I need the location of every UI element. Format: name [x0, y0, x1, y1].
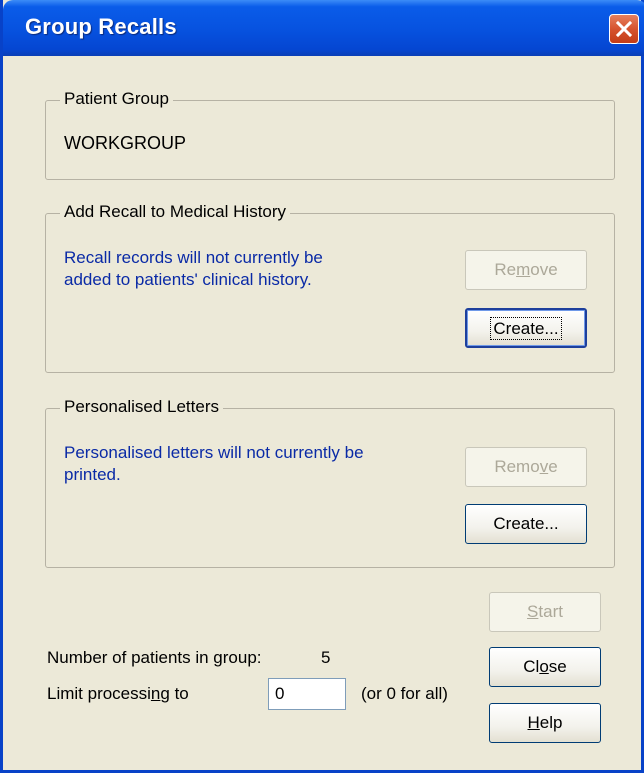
- limit-processing-label: Limit processing to: [47, 684, 189, 704]
- letters-remove-accel: v: [539, 457, 549, 476]
- recall-status-line-1: Recall records will not currently be: [64, 248, 323, 267]
- patient-count-value: 5: [321, 648, 331, 667]
- close-x-icon: [615, 20, 633, 38]
- letters-remove-post: e: [548, 457, 558, 476]
- close-post: se: [548, 657, 567, 676]
- limit-processing-post: g to: [160, 684, 189, 703]
- patient-group-box: Patient Group WORKGROUP: [45, 89, 615, 180]
- start-label-rest: tart: [538, 602, 563, 621]
- letters-create-label: Create...: [493, 514, 559, 533]
- letters-remove-button[interactable]: Remove: [465, 447, 587, 487]
- patient-group-legend: Patient Group: [60, 89, 173, 109]
- recall-section-box: Add Recall to Medical History Recall rec…: [45, 202, 615, 373]
- patient-group-name: WORKGROUP: [64, 133, 187, 153]
- letters-section-legend: Personalised Letters: [60, 397, 223, 417]
- letters-section-box: Personalised Letters Personalised letter…: [45, 397, 615, 568]
- recall-remove-pre: Re: [494, 260, 517, 279]
- letters-status-message: Personalised letters will not currently …: [64, 442, 364, 486]
- start-accel: S: [527, 602, 539, 621]
- limit-processing-accel: n: [150, 684, 161, 703]
- recall-remove-post: ove: [530, 260, 558, 279]
- recall-remove-accel: m: [516, 260, 531, 279]
- recall-section-legend: Add Recall to Medical History: [60, 202, 291, 222]
- limit-processing-hint: (or 0 for all): [361, 684, 448, 703]
- help-accel: H: [527, 713, 540, 732]
- recall-create-button[interactable]: Create...: [465, 308, 587, 348]
- help-label-rest: elp: [539, 713, 563, 732]
- title-bar[interactable]: Group Recalls: [3, 0, 644, 56]
- window-title: Group Recalls: [25, 14, 177, 39]
- recall-remove-button[interactable]: Remove: [465, 250, 587, 290]
- letters-remove-pre: Remo: [494, 457, 540, 476]
- patient-count-label: Number of patients in group:: [47, 648, 262, 667]
- recall-status-message: Recall records will not currently be add…: [64, 247, 323, 291]
- help-button[interactable]: Help: [489, 703, 601, 743]
- recall-create-label: Create...: [490, 317, 562, 340]
- group-recalls-dialog: Group Recalls Patient Group WORKGROUP Ad…: [0, 0, 644, 773]
- letters-status-line-2: printed.: [64, 465, 121, 484]
- recall-status-line-2: added to patients' clinical history.: [64, 270, 312, 289]
- limit-processing-input[interactable]: [268, 678, 346, 710]
- letters-status-line-1: Personalised letters will not currently …: [64, 443, 364, 462]
- close-accel: o: [539, 657, 549, 676]
- close-button[interactable]: Close: [489, 647, 601, 687]
- close-pre: Cl: [523, 657, 540, 676]
- start-button[interactable]: Start: [489, 592, 601, 632]
- window-close-button[interactable]: [609, 14, 639, 44]
- letters-create-button[interactable]: Create...: [465, 504, 587, 544]
- limit-processing-pre: Limit processi: [47, 684, 151, 703]
